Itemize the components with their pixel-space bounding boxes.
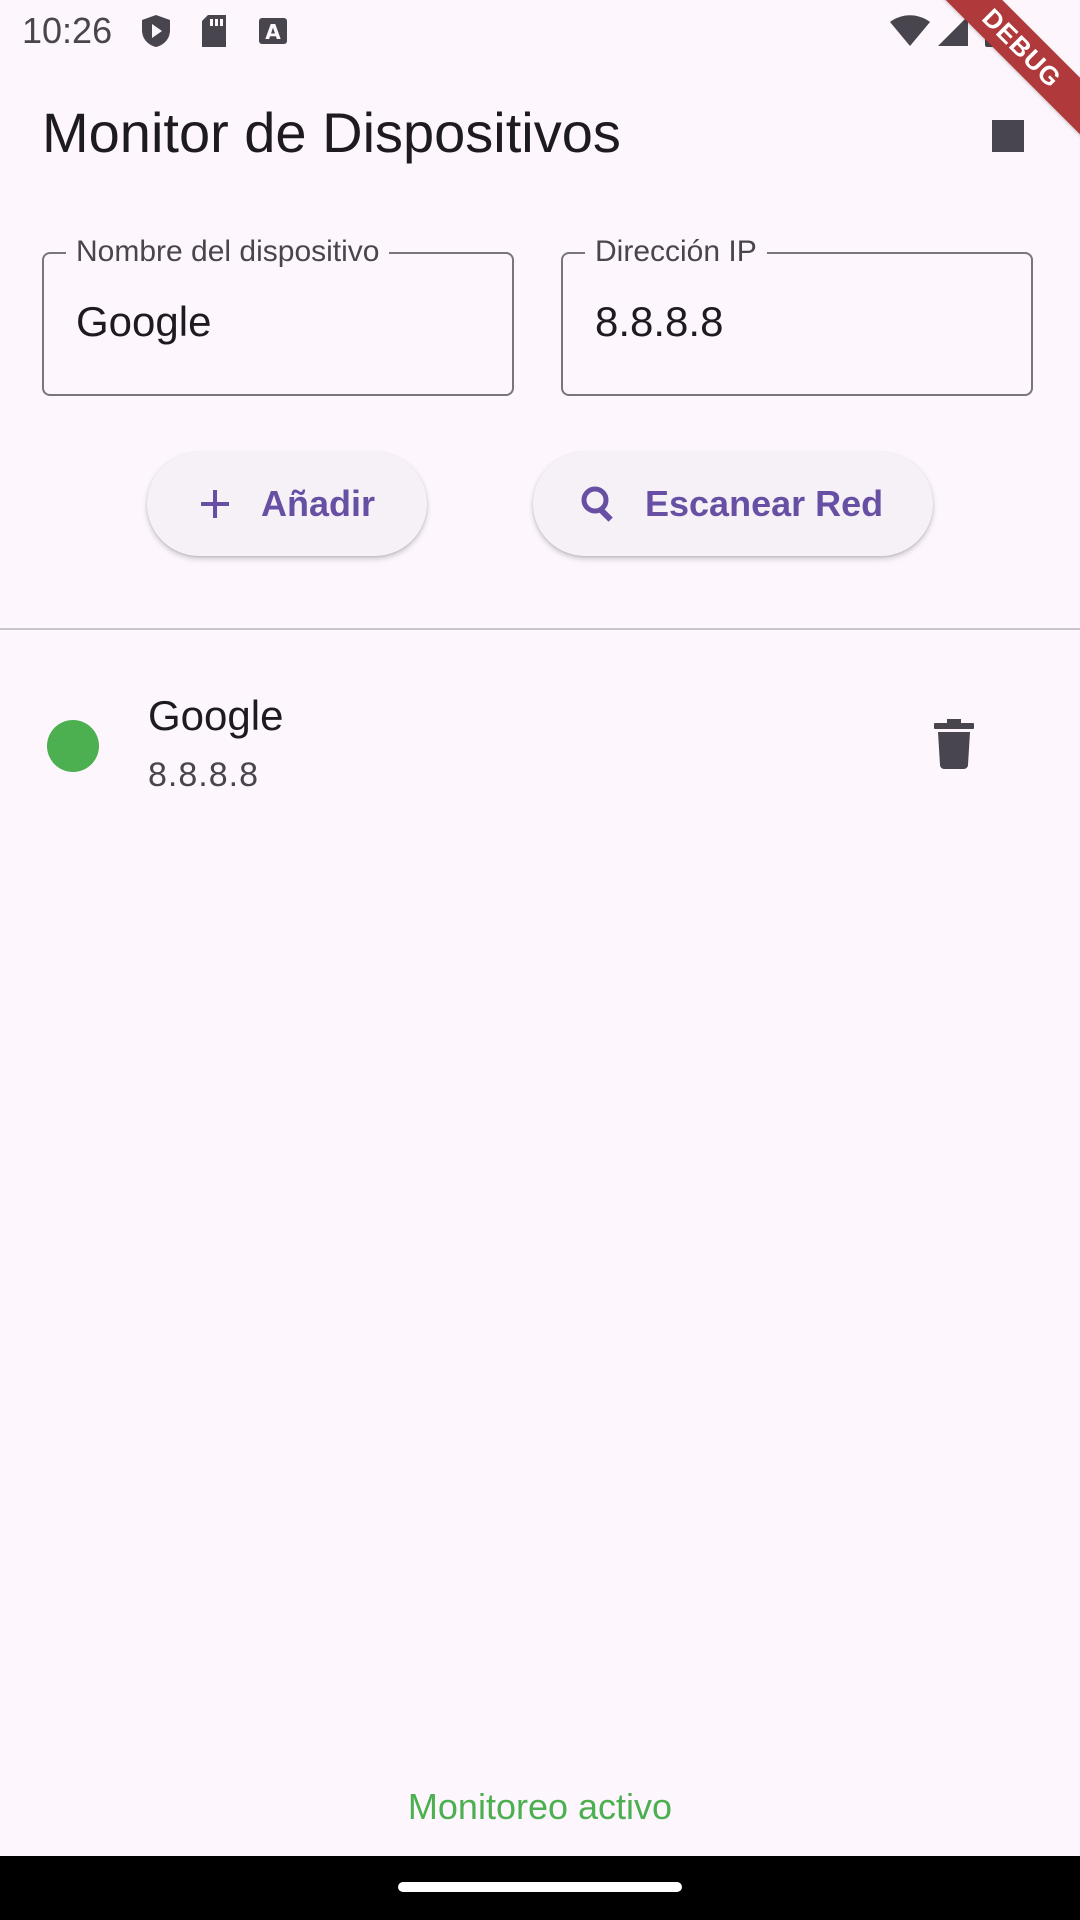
status-bar: 10:26 A [0,0,1080,64]
svg-text:A: A [265,20,281,44]
ip-address-label: Dirección IP [585,234,767,270]
scan-network-button[interactable]: Escanear Red [533,452,933,556]
wifi-icon [890,14,930,53]
divider [0,628,1080,630]
keyboard-a-icon: A [258,14,290,48]
device-list-item[interactable]: Google 8.8.8.8 [0,680,1080,810]
online-status-indicator [47,720,99,772]
status-time: 10:26 [22,10,113,51]
add-button-label: Añadir [261,483,376,524]
stop-monitoring-button[interactable] [980,108,1036,164]
device-name: Google [148,692,284,739]
ip-address-value[interactable]: 8.8.8.8 [595,298,723,346]
play-protect-icon [140,14,172,48]
stop-icon [992,120,1024,152]
sd-card-icon [200,14,232,48]
ip-address-field[interactable]: Dirección IP 8.8.8.8 [561,234,1033,396]
device-name-value[interactable]: Google [76,298,211,346]
add-device-button[interactable]: Añadir [147,452,427,556]
device-ip: 8.8.8.8 [148,756,259,794]
scan-button-label: Escanear Red [645,483,884,524]
system-navigation-bar [0,1856,1080,1920]
trash-icon [934,718,974,774]
monitoring-status-text: Monitoreo activo [407,1786,673,1827]
home-indicator[interactable] [398,1882,682,1892]
page-title: Monitor de Dispositivos [42,101,621,164]
delete-device-button[interactable] [924,716,984,776]
device-name-field[interactable]: Nombre del dispositivo Google [42,234,514,396]
device-name-label: Nombre del dispositivo [66,234,390,270]
search-icon [577,482,621,526]
plus-icon [193,482,237,526]
